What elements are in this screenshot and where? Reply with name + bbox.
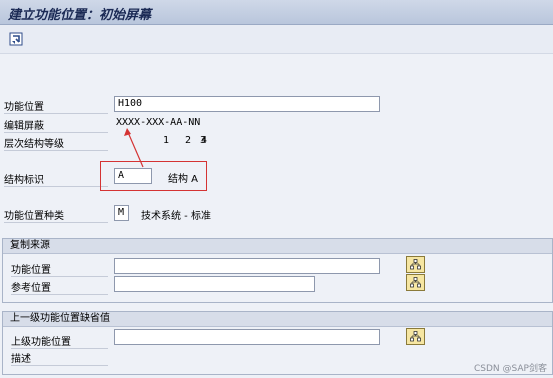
superior-location-label: 上级功能位置: [11, 333, 108, 349]
category-label: 功能位置种类: [4, 207, 108, 223]
copy-func-location-input[interactable]: [114, 258, 380, 274]
default-superior-title: 上一级功能位置缺省值: [3, 312, 552, 327]
category-desc: 技术系统 - 标准: [141, 211, 211, 222]
reference-location-input[interactable]: [114, 276, 315, 292]
reference-hierarchy-button[interactable]: [406, 274, 425, 291]
copy-func-location-label: 功能位置: [11, 261, 108, 277]
reference-location-label: 参考位置: [11, 279, 108, 295]
watermark: CSDN @SAP剑客: [474, 364, 547, 374]
superior-location-input[interactable]: [114, 329, 380, 345]
superior-hierarchy-button[interactable]: [406, 328, 425, 345]
hierarchy-icon: [410, 277, 421, 288]
copy-from-title: 复制来源: [3, 239, 552, 254]
category-input[interactable]: M: [114, 205, 129, 221]
description-label: 描述: [11, 350, 108, 366]
hierarchy-icon: [410, 331, 421, 342]
hierarchy-icon: [410, 259, 421, 270]
func-location-hierarchy-button[interactable]: [406, 256, 425, 273]
